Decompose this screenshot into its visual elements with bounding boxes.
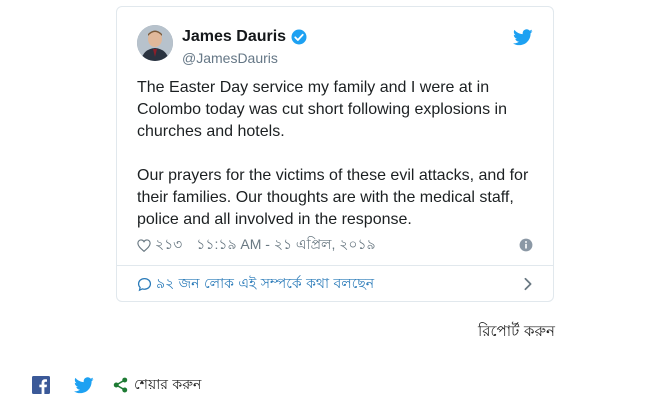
share-button[interactable]: শেয়ার করুন	[112, 373, 201, 397]
author-name-text[interactable]: James Dauris	[182, 28, 286, 46]
tweet-meta: ২১৩ ১১:১৯ AM - ২১ এপ্রিল, ২০১৯	[137, 236, 533, 254]
verified-icon	[291, 29, 307, 45]
tweet-card: James Dauris @JamesDauris The Easter Day…	[116, 6, 554, 302]
avatar[interactable]	[137, 25, 173, 61]
author-handle[interactable]: @JamesDauris	[182, 50, 278, 66]
discussion-link[interactable]: ৯২ জন লোক এই সম্পর্কে কথা বলছেন	[137, 273, 533, 295]
chevron-right-icon[interactable]	[523, 277, 533, 291]
heart-icon[interactable]	[137, 238, 151, 252]
tweet-text: The Easter Day service my family and I w…	[137, 79, 529, 228]
discussion-label[interactable]: ৯২ জন লোক এই সম্পর্কে কথা বলছেন	[156, 272, 374, 296]
share-bar: শেয়ার করুন	[32, 372, 201, 398]
divider	[117, 265, 553, 266]
chat-icon	[137, 277, 152, 291]
twitter-icon[interactable]	[513, 29, 533, 46]
author-name[interactable]: James Dauris	[182, 28, 308, 46]
share-label[interactable]: শেয়ার করুন	[134, 373, 201, 397]
report-link[interactable]: রিপোর্ট করুন	[478, 320, 555, 345]
tweet-timestamp[interactable]: ১১:১৯ AM - ২১ এপ্রিল, ২০১৯	[196, 233, 375, 257]
info-icon[interactable]	[519, 238, 533, 252]
facebook-icon[interactable]	[32, 376, 50, 394]
share-twitter-icon[interactable]	[74, 376, 94, 394]
like-count[interactable]: ২১৩	[155, 233, 182, 257]
share-icon	[113, 377, 128, 393]
